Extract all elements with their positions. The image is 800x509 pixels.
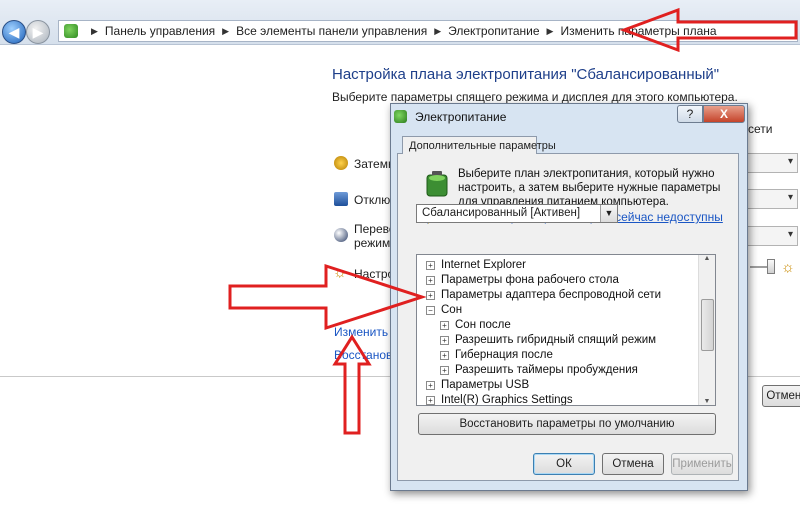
row-label: режим: — [354, 236, 394, 250]
annotation-arrow-right — [228, 263, 426, 331]
brightness-icon: ☼ — [781, 259, 795, 276]
expand-icon[interactable]: + — [426, 380, 435, 390]
collapse-icon[interactable]: − — [426, 305, 435, 315]
annotation-arrow-up — [332, 334, 372, 435]
tree-item-label: Параметры USB — [441, 379, 530, 391]
tree-item[interactable]: + Intel(R) Graphics Settings — [426, 394, 573, 406]
dim-display-icon — [334, 156, 348, 170]
breadcrumb: ▶ Панель управления ▶ Все элементы панел… — [64, 24, 717, 38]
control-panel-icon — [64, 24, 78, 38]
page-title: Настройка плана электропитания "Сбаланси… — [332, 66, 720, 83]
chevron-right-icon: ▶ — [91, 25, 98, 36]
dropdown-partial[interactable] — [746, 153, 798, 173]
settings-tree[interactable]: + Internet Explorer + Параметры фона рабоче… — [416, 254, 716, 406]
slider-thumb[interactable] — [767, 259, 775, 274]
ok-button[interactable]: ОК — [533, 453, 595, 475]
tree-item[interactable]: + Разрешить таймеры пробуждения — [440, 364, 638, 376]
plan-select[interactable]: Сбалансированный [Активен] ▼ — [416, 204, 618, 223]
cancel-button-partial[interactable]: Отмена — [762, 385, 800, 407]
page-subtitle: Выберите параметры спящего режима и дисп… — [332, 90, 738, 104]
sleep-icon — [334, 228, 348, 242]
close-button[interactable]: X — [703, 105, 745, 123]
chevron-right-icon: ▶ — [434, 25, 442, 36]
dropdown-partial[interactable] — [746, 189, 798, 209]
expand-icon[interactable]: + — [426, 290, 435, 300]
tree-item[interactable]: + Сон после — [440, 319, 511, 331]
expand-icon[interactable]: + — [440, 320, 449, 330]
tree-item-label: Intel(R) Graphics Settings — [441, 394, 573, 406]
column-header-fragment: сети — [748, 122, 773, 136]
power-icon — [394, 110, 407, 123]
tree-item[interactable]: + Internet Explorer — [426, 259, 526, 271]
tree-item-label: Разрешить гибридный спящий режим — [455, 334, 657, 346]
display-off-icon — [334, 192, 348, 206]
scrollbar-thumb[interactable] — [701, 299, 714, 351]
chevron-right-icon: ▶ — [222, 25, 230, 36]
scroll-up-icon[interactable]: ▲ — [699, 255, 715, 262]
tree-item[interactable]: + Параметры адаптера беспроводной сети — [426, 289, 661, 301]
tree-item-label: Internet Explorer — [441, 259, 527, 271]
tree-item[interactable]: + Параметры фона рабочего стола — [426, 274, 619, 286]
help-button[interactable]: ? — [677, 105, 703, 123]
tree-item-label: Параметры адаптера беспроводной сети — [441, 289, 662, 301]
expand-icon[interactable]: + — [426, 260, 435, 270]
row-label: Затемн — [354, 157, 395, 171]
expand-icon[interactable]: + — [426, 275, 435, 285]
tree-item-label: Разрешить таймеры пробуждения — [455, 364, 638, 376]
tree-item[interactable]: + Параметры USB — [426, 379, 529, 391]
expand-icon[interactable]: + — [426, 395, 435, 405]
expand-icon[interactable]: + — [440, 350, 449, 360]
expand-icon[interactable]: + — [440, 365, 449, 375]
tree-item-label: Сон после — [455, 319, 511, 331]
scrollbar[interactable]: ▲ ▼ — [698, 255, 715, 405]
scroll-down-icon[interactable]: ▼ — [699, 398, 715, 405]
dialog-title: Электропитание — [415, 110, 507, 124]
tab-advanced-settings[interactable]: Дополнительные параметры — [402, 136, 556, 154]
breadcrumb-item[interactable]: Электропитание — [448, 24, 539, 38]
restore-defaults-button[interactable]: Восстановить параметры по умолчанию — [418, 413, 716, 435]
chevron-down-icon[interactable]: ▼ — [600, 205, 617, 222]
breadcrumb-item[interactable]: Все элементы панели управления — [236, 24, 427, 38]
dropdown-partial[interactable] — [746, 226, 798, 246]
forward-arrow-icon[interactable]: ▶ — [26, 20, 50, 44]
battery-icon — [426, 171, 448, 197]
tree-item-label: Гибернация после — [455, 349, 553, 361]
apply-button[interactable]: Применить — [671, 453, 733, 475]
back-arrow-icon[interactable]: ◀ — [2, 20, 26, 44]
tree-item-label: Сон — [441, 304, 463, 316]
tree-item[interactable]: − Сон — [426, 304, 462, 316]
tree-item[interactable]: + Разрешить гибридный спящий режим — [440, 334, 656, 346]
plan-select-value: Сбалансированный [Активен] — [422, 207, 581, 219]
tree-item[interactable]: + Гибернация после — [440, 349, 553, 361]
chevron-right-icon: ▶ — [546, 25, 554, 36]
breadcrumb-item[interactable]: Панель управления — [105, 24, 215, 38]
cancel-button[interactable]: Отмена — [602, 453, 664, 475]
dialog-description: Выберите план электропитания, который ну… — [458, 168, 721, 208]
annotation-arrow-left — [620, 7, 798, 53]
tree-item-label: Параметры фона рабочего стола — [441, 274, 619, 286]
expand-icon[interactable]: + — [440, 335, 449, 345]
